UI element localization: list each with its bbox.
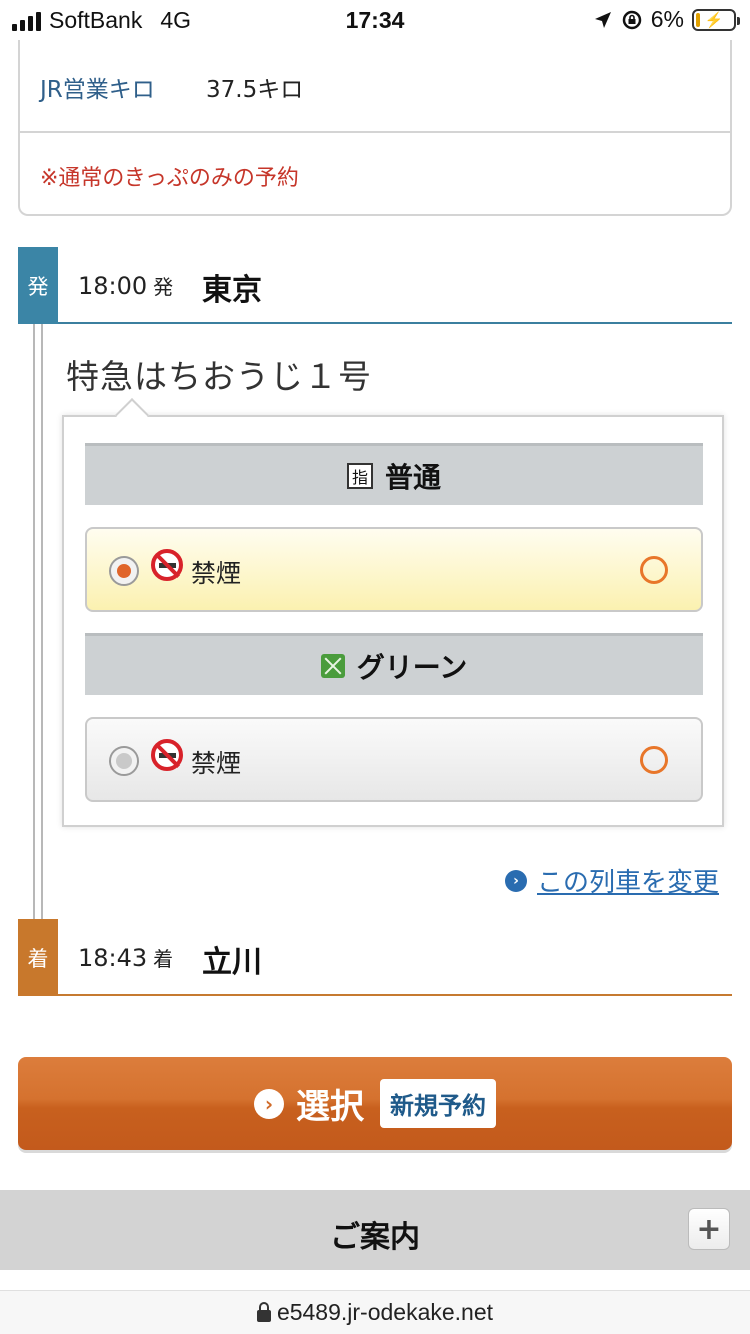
chevron-right-icon: › [505, 869, 527, 892]
battery-icon: ⚡ [692, 8, 740, 31]
distance-label: JR営業キロ [40, 77, 155, 103]
select-button[interactable]: › 選択 新規予約 [18, 1057, 732, 1150]
departure-row: 発 18:00 発 東京 [18, 247, 732, 324]
no-smoking-icon [151, 549, 183, 581]
battery-percent: 6% [650, 6, 684, 32]
arrival-suffix: 着 [153, 947, 174, 971]
route-info-card: JR営業キロ 37.5キロ ※通常のきっぷのみの予約 [18, 40, 732, 216]
class-header-green: グリーン [85, 633, 703, 695]
arrival-time: 18:43 着 [78, 943, 173, 972]
distance-row: JR営業キロ 37.5キロ [20, 40, 730, 133]
green-car-icon [320, 653, 345, 678]
seat-option-green-nonsmoking[interactable]: 禁煙 [85, 717, 703, 802]
departure-time: 18:00 発 [78, 271, 173, 300]
browser-url-bar[interactable]: e5489.jr-odekake.net [0, 1290, 750, 1334]
arrival-row: 着 18:43 着 立川 [18, 919, 732, 996]
url-text: e5489.jr-odekake.net [276, 1299, 494, 1325]
class-title-ordinary: 普通 [384, 460, 441, 494]
seat-selection-panel: 指 普通 禁煙 グリーン 禁煙 [62, 398, 724, 827]
change-train-link[interactable]: › この列車を変更 [505, 862, 719, 899]
reserved-seat-icon: 指 [346, 462, 373, 489]
departure-time-value: 18:00 [78, 272, 148, 300]
class-header-ordinary: 指 普通 [85, 443, 703, 505]
reservation-note: ※通常のきっぷのみの予約 [40, 166, 299, 191]
available-circle-icon [640, 556, 668, 584]
status-bar: SoftBank 4G 17:34 6% ⚡ [0, 0, 750, 40]
distance-value: 37.5キロ [206, 77, 304, 103]
arrival-tag: 着 [18, 919, 58, 996]
guide-title: ご案内 [330, 1220, 420, 1255]
rotation-lock-icon [622, 10, 641, 29]
expand-plus-icon[interactable]: + [688, 1208, 730, 1250]
train-name: 特急はちおうじ１号 [66, 357, 372, 396]
seat-option-ordinary-nonsmoking[interactable]: 禁煙 [85, 527, 703, 612]
available-circle-icon [640, 746, 668, 774]
departure-tag: 発 [18, 247, 58, 324]
seat-option-label: 禁煙 [191, 749, 242, 778]
radio-selected[interactable] [109, 556, 139, 586]
no-smoking-icon [151, 739, 183, 771]
change-train-text[interactable]: この列車を変更 [537, 862, 719, 899]
arrival-station: 立川 [202, 945, 262, 980]
route-track [33, 324, 43, 919]
lock-icon [256, 1301, 271, 1322]
radio-unselected[interactable] [109, 746, 139, 776]
chevron-right-icon: › [254, 1088, 284, 1119]
class-title-green: グリーン [356, 650, 468, 684]
departure-station: 東京 [202, 273, 262, 308]
new-reservation-badge: 新規予約 [380, 1079, 496, 1128]
guide-section-header[interactable]: ご案内 + [0, 1190, 750, 1270]
location-arrow-icon [594, 11, 611, 28]
select-button-label: 選択 [296, 1087, 364, 1127]
arrival-time-value: 18:43 [78, 944, 148, 972]
panel-pointer [115, 398, 149, 432]
seat-option-label: 禁煙 [191, 559, 242, 588]
status-right: 6% ⚡ [593, 6, 740, 33]
departure-suffix: 発 [153, 275, 174, 299]
